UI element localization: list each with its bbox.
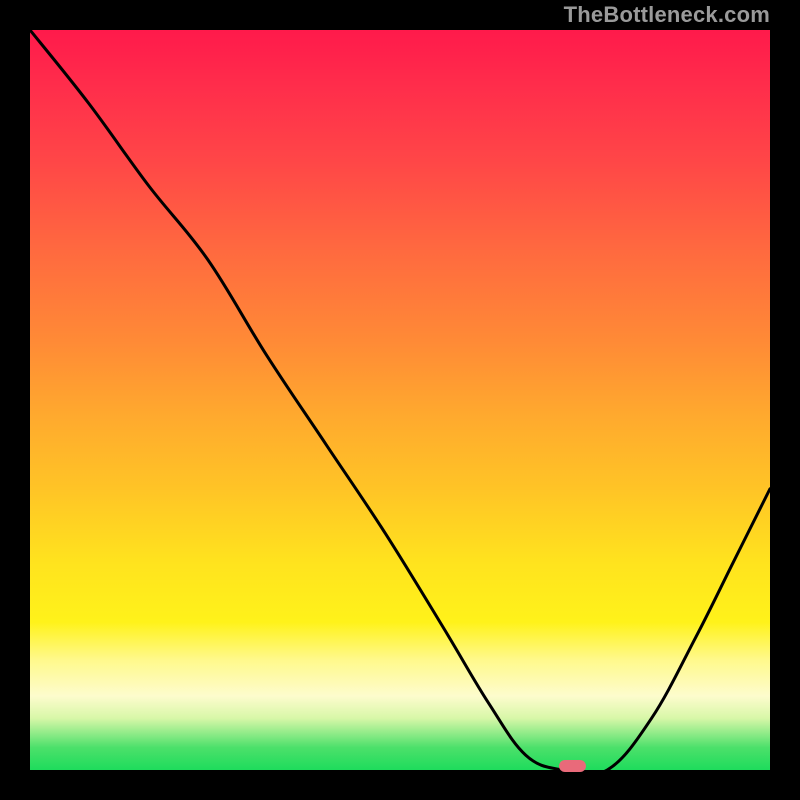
plot-area <box>30 30 770 770</box>
watermark-text: TheBottleneck.com <box>564 4 770 26</box>
bottleneck-curve <box>30 30 770 770</box>
optimal-marker <box>559 760 586 772</box>
chart-frame: TheBottleneck.com <box>0 0 800 800</box>
